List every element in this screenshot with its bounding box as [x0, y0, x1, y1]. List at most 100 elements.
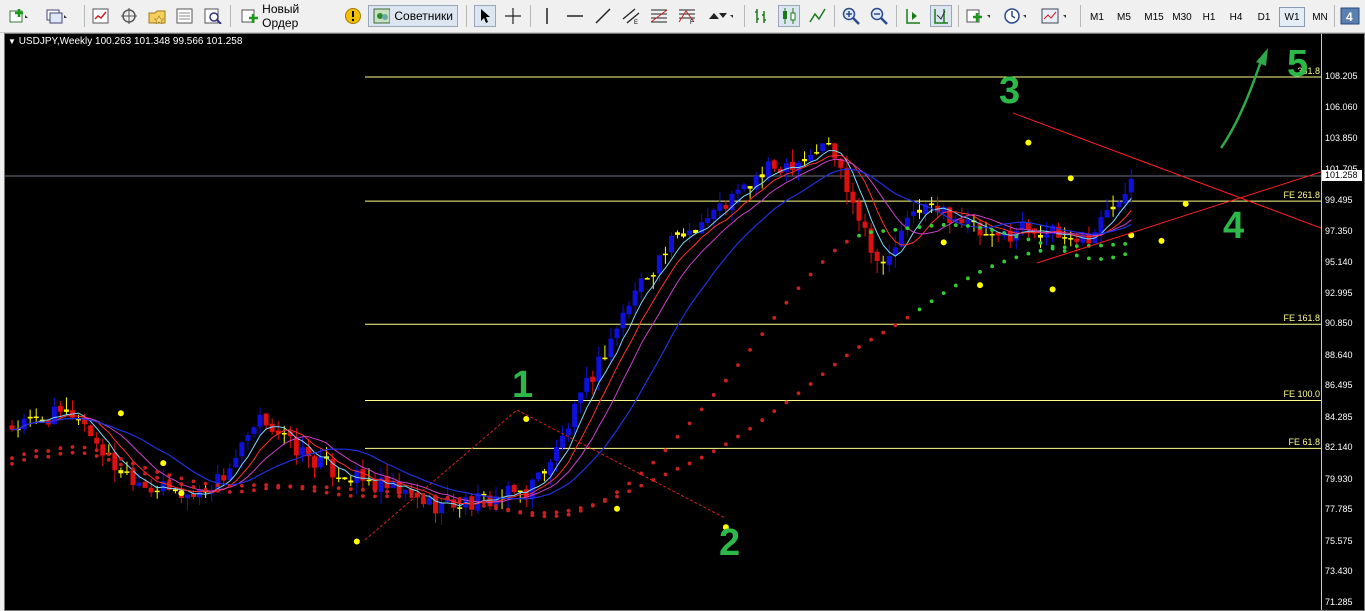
candle-body: [856, 201, 862, 221]
dotted-ma-fast: [143, 465, 148, 470]
periods-clock-icon[interactable]: [1002, 5, 1032, 27]
candle-body: [638, 278, 644, 292]
candle-body: [566, 428, 572, 435]
dotted-ma-fast: [869, 230, 873, 235]
dotted-ma-fast: [893, 227, 898, 232]
dotted-ma-fast: [1038, 240, 1043, 245]
dotted-ma-fast: [34, 448, 39, 453]
candle-body: [257, 414, 263, 427]
dotted-ma-fast: [784, 300, 789, 305]
dotted-ma-slow: [215, 489, 220, 493]
fibonacci-retracement-icon[interactable]: [648, 5, 670, 27]
dotted-ma-fast: [724, 378, 728, 383]
price-axis-label: 73.430: [1325, 566, 1353, 577]
candle-body: [457, 507, 463, 509]
timeframe-d1[interactable]: D1: [1251, 7, 1277, 27]
timeframe-m15[interactable]: M15: [1140, 7, 1168, 27]
candle-body: [245, 435, 251, 441]
candle-body: [572, 404, 578, 428]
data-window-icon[interactable]: [118, 5, 140, 27]
trendline-icon[interactable]: [592, 5, 614, 27]
candle-body: [21, 418, 27, 430]
dotted-ma-slow: [288, 484, 293, 489]
zoom-in-icon[interactable]: [840, 5, 862, 27]
horizontal-line-icon[interactable]: [564, 5, 586, 27]
dotted-ma-fast: [1087, 256, 1091, 261]
dotted-ma-fast: [131, 461, 135, 466]
dotted-ma-fast: [312, 488, 317, 493]
chart-shift-icon[interactable]: [930, 5, 952, 27]
timeframe-w1[interactable]: W1: [1279, 7, 1305, 27]
dotted-ma-slow: [808, 382, 813, 386]
candle-body: [765, 161, 771, 178]
dotted-ma-fast: [711, 393, 716, 397]
candle-body: [263, 413, 269, 426]
dotted-ma-slow: [905, 315, 910, 320]
vertical-line-icon[interactable]: [536, 5, 558, 27]
dotted-ma-fast: [736, 363, 740, 367]
dotted-ma-slow: [530, 510, 535, 515]
price-axis-label: 79.930: [1325, 473, 1353, 484]
candle-body: [426, 497, 432, 505]
dotted-ma-slow: [385, 489, 389, 494]
timeframe-mn[interactable]: MN: [1307, 7, 1333, 27]
candle-body: [94, 437, 100, 444]
candle-body: [1110, 206, 1116, 210]
fibonacci-expansion-icon[interactable]: F: [676, 5, 698, 27]
candle-body: [184, 494, 190, 499]
dotted-ma-fast: [58, 446, 63, 450]
arrows-icon[interactable]: [706, 5, 736, 27]
profiles-icon[interactable]: [46, 5, 68, 27]
dotted-ma-slow: [94, 454, 99, 458]
dotted-ma-slow: [397, 490, 402, 495]
market-watch-icon[interactable]: [90, 5, 112, 27]
timeframe-m5[interactable]: M5: [1111, 7, 1137, 27]
price-chart[interactable]: [5, 34, 1321, 610]
zoom-out-icon[interactable]: [868, 5, 890, 27]
bar-chart-icon[interactable]: [750, 5, 772, 27]
equidistant-channel-icon[interactable]: E: [620, 5, 642, 27]
terminal-icon[interactable]: [174, 5, 196, 27]
candle-body: [644, 278, 650, 280]
price-axis-label: 75.575: [1325, 535, 1353, 546]
dotted-ma-fast: [46, 449, 51, 453]
templates-icon[interactable]: [1040, 5, 1072, 27]
candle-body: [82, 419, 88, 425]
dotted-ma-slow: [494, 506, 498, 511]
fractal-dot: [523, 415, 530, 422]
chart-menu-arrow-icon[interactable]: ▼: [8, 37, 16, 46]
triangle-upper-line: [1012, 112, 1321, 229]
candle-body: [584, 377, 590, 392]
candlestick-icon[interactable]: [778, 5, 800, 27]
strategy-tester-icon[interactable]: [202, 5, 224, 27]
dotted-ma-fast: [1002, 231, 1007, 235]
dotted-ma-fast: [82, 445, 87, 450]
dotted-ma-fast: [905, 226, 910, 231]
line-chart-icon[interactable]: [806, 5, 828, 27]
cursor-icon[interactable]: [474, 5, 496, 27]
crosshair-icon[interactable]: [502, 5, 524, 27]
indicators-icon[interactable]: [964, 5, 994, 27]
dotted-ma-slow: [82, 451, 87, 456]
autotrading-warning-icon[interactable]: [342, 5, 364, 27]
advisors-button[interactable]: Советники: [368, 5, 458, 27]
new-order-label: Новый Ордер: [262, 2, 300, 30]
timeframe-m1[interactable]: M1: [1084, 7, 1110, 27]
candle-body: [517, 490, 523, 493]
new-order-button[interactable]: Новый Ордер: [236, 2, 340, 30]
dotted-ma-fast: [324, 490, 329, 495]
timeframe-m30[interactable]: M30: [1168, 7, 1196, 27]
tile-windows-icon[interactable]: 4: [1339, 5, 1361, 27]
dotted-ma-slow: [240, 489, 244, 494]
candle-body: [227, 468, 233, 481]
fractal-dot: [160, 460, 167, 467]
wave-label: 2: [719, 522, 741, 564]
dotted-ma-fast: [348, 493, 353, 498]
dotted-ma-slow: [409, 491, 414, 496]
auto-scroll-icon[interactable]: [902, 5, 924, 27]
timeframe-h4[interactable]: H4: [1223, 7, 1249, 27]
timeframe-h1[interactable]: H1: [1196, 7, 1222, 27]
navigator-icon[interactable]: [146, 5, 168, 27]
new-chart-icon[interactable]: [8, 5, 30, 27]
dotted-ma-slow: [832, 362, 837, 367]
